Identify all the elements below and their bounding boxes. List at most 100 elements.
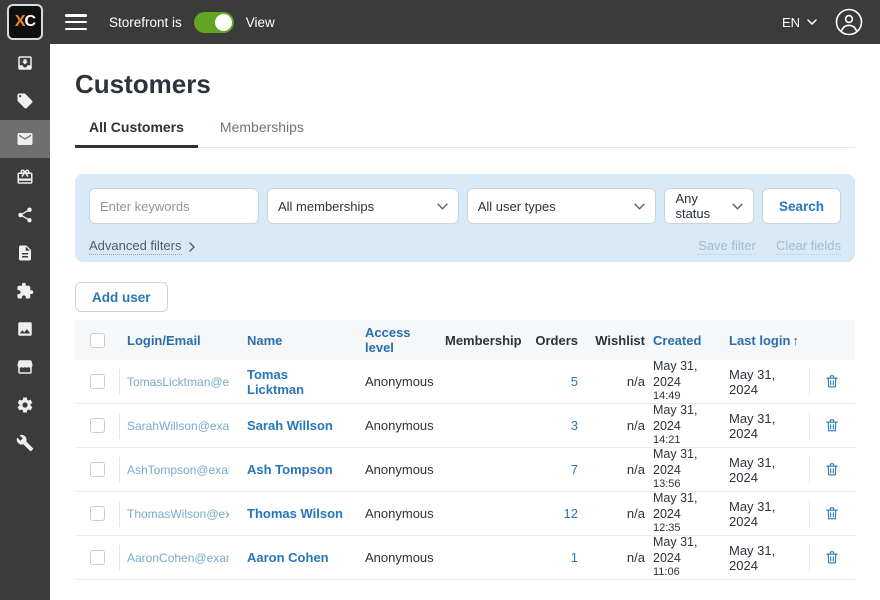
sidebar-item-customers[interactable] bbox=[0, 120, 50, 158]
view-storefront-link[interactable]: View bbox=[246, 15, 275, 30]
delete-user-button[interactable] bbox=[824, 549, 840, 566]
customer-name-link[interactable]: Sarah Willson bbox=[247, 418, 333, 433]
orders-count-link[interactable]: 12 bbox=[564, 506, 578, 521]
save-filter-link[interactable]: Save filter bbox=[698, 238, 756, 255]
advanced-filters-label: Advanced filters bbox=[89, 238, 182, 255]
hamburger-menu-icon[interactable] bbox=[65, 14, 87, 30]
sidebar-item-sales-channels[interactable] bbox=[0, 196, 50, 234]
status-select[interactable]: Any status bbox=[664, 188, 754, 224]
orders-count-link[interactable]: 7 bbox=[571, 462, 578, 477]
customer-name-link[interactable]: Tomas Licktman bbox=[247, 367, 347, 397]
delete-user-button[interactable] bbox=[824, 461, 840, 478]
top-bar: XC Storefront is View EN bbox=[0, 0, 880, 44]
delete-user-button[interactable] bbox=[824, 373, 840, 390]
orders-count-link[interactable]: 3 bbox=[571, 418, 578, 433]
customer-name-link[interactable]: Aaron Cohen bbox=[247, 550, 329, 565]
column-membership: Membership bbox=[445, 332, 522, 348]
membership-value bbox=[445, 448, 531, 491]
filter-panel: All memberships All user types Any statu… bbox=[75, 174, 855, 262]
last-login-value: May 31, 2024 bbox=[729, 498, 776, 529]
sidebar-item-design[interactable] bbox=[0, 310, 50, 348]
page-title: Customers bbox=[75, 69, 211, 99]
column-wishlist: Wishlist bbox=[595, 332, 645, 348]
sidebar-item-promotions[interactable] bbox=[0, 158, 50, 196]
sidebar-item-catalog[interactable] bbox=[0, 82, 50, 120]
column-name[interactable]: Name bbox=[239, 320, 357, 360]
advanced-filters-link[interactable]: Advanced filters bbox=[89, 238, 195, 255]
created-value: May 31, 2024 11:06 bbox=[653, 536, 698, 579]
orders-count-link[interactable]: 1 bbox=[571, 550, 578, 565]
delete-user-button[interactable] bbox=[824, 417, 840, 434]
sidebar-item-store-setup[interactable] bbox=[0, 348, 50, 386]
language-label: EN bbox=[781, 14, 800, 30]
last-login-value: May 31, 2024 bbox=[729, 366, 776, 397]
row-checkbox[interactable] bbox=[89, 550, 105, 565]
sidebar-item-settings[interactable] bbox=[0, 386, 50, 424]
sidebar-item-modules[interactable] bbox=[0, 272, 50, 310]
row-checkbox[interactable] bbox=[89, 374, 105, 389]
wishlist-value: n/a bbox=[626, 374, 645, 389]
customer-name-link[interactable]: Thomas Wilson bbox=[247, 506, 343, 521]
membership-value bbox=[445, 536, 531, 579]
chevron-right-icon bbox=[188, 241, 195, 252]
customer-email-link[interactable]: ThomasWilson@exa... bbox=[127, 507, 229, 521]
wishlist-value: n/a bbox=[626, 462, 645, 477]
gift-icon bbox=[17, 169, 33, 184]
language-selector[interactable]: EN bbox=[782, 15, 817, 30]
column-last-login[interactable]: Last login ↑ bbox=[729, 320, 809, 360]
access-level-value: Anonymous bbox=[365, 418, 434, 433]
customer-email-link[interactable]: TomasLicktman@ex... bbox=[127, 375, 229, 389]
keywords-input[interactable] bbox=[89, 188, 259, 224]
logo-c: C bbox=[24, 13, 37, 30]
delete-user-button[interactable] bbox=[824, 505, 840, 522]
last-login-value: May 31, 2024 bbox=[729, 410, 776, 441]
chevron-down-icon bbox=[732, 203, 743, 210]
add-user-button[interactable]: Add user bbox=[75, 282, 168, 312]
orders-count-link[interactable]: 5 bbox=[571, 374, 578, 389]
access-level-value: Anonymous bbox=[365, 506, 434, 521]
row-checkbox[interactable] bbox=[89, 462, 105, 477]
created-value: May 31, 2024 13:56 bbox=[653, 448, 698, 491]
sidebar-item-maintenance[interactable] bbox=[0, 424, 50, 462]
wishlist-value: n/a bbox=[626, 506, 645, 521]
clear-fields-link[interactable]: Clear fields bbox=[775, 238, 841, 255]
created-value: May 31, 2024 14:21 bbox=[653, 404, 698, 447]
document-icon bbox=[19, 245, 31, 261]
column-orders: Orders bbox=[535, 332, 578, 348]
user-types-select-value: All user types bbox=[477, 198, 556, 214]
row-checkbox[interactable] bbox=[89, 418, 105, 433]
gear-icon bbox=[17, 397, 33, 413]
sidebar-item-orders[interactable] bbox=[0, 44, 50, 82]
main-content: Customers All Customers Memberships All … bbox=[50, 44, 880, 600]
customer-email-link[interactable]: SarahWillson@exam... bbox=[127, 419, 229, 433]
storefront-status-label: Storefront is bbox=[109, 14, 182, 30]
memberships-select[interactable]: All memberships bbox=[267, 188, 459, 224]
storefront-toggle[interactable] bbox=[193, 11, 234, 33]
sidebar-item-content[interactable] bbox=[0, 234, 50, 272]
tab-memberships[interactable]: Memberships bbox=[206, 119, 318, 148]
table-row: AshTompson@exam... Ash Tompson Anonymous… bbox=[75, 448, 855, 492]
wishlist-value: n/a bbox=[626, 418, 645, 433]
select-all-checkbox[interactable] bbox=[89, 332, 105, 348]
customer-email-link[interactable]: AaronCohen@exam... bbox=[127, 551, 229, 565]
column-access-level[interactable]: Access level bbox=[357, 320, 445, 360]
envelope-icon bbox=[17, 133, 33, 145]
tab-all-customers[interactable]: All Customers bbox=[75, 119, 198, 148]
customer-email-link[interactable]: AshTompson@exam... bbox=[127, 463, 229, 477]
user-avatar-icon[interactable] bbox=[835, 8, 863, 36]
sort-asc-icon: ↑ bbox=[792, 332, 799, 348]
user-types-select[interactable]: All user types bbox=[466, 188, 657, 224]
column-login-email[interactable]: Login/Email bbox=[119, 320, 239, 360]
inbox-arrow-icon bbox=[18, 56, 32, 70]
xcart-logo[interactable]: XC bbox=[7, 4, 43, 40]
row-checkbox[interactable] bbox=[89, 506, 105, 521]
column-created[interactable]: Created bbox=[653, 320, 729, 360]
chevron-down-icon bbox=[807, 19, 817, 25]
membership-value bbox=[445, 360, 531, 403]
membership-value bbox=[445, 492, 531, 535]
access-level-value: Anonymous bbox=[365, 374, 434, 389]
search-button[interactable]: Search bbox=[761, 188, 841, 224]
table-row: AaronCohen@exam... Aaron Cohen Anonymous… bbox=[75, 536, 855, 580]
table-row: SarahWillson@exam... Sarah Willson Anony… bbox=[75, 404, 855, 448]
customer-name-link[interactable]: Ash Tompson bbox=[247, 462, 333, 477]
